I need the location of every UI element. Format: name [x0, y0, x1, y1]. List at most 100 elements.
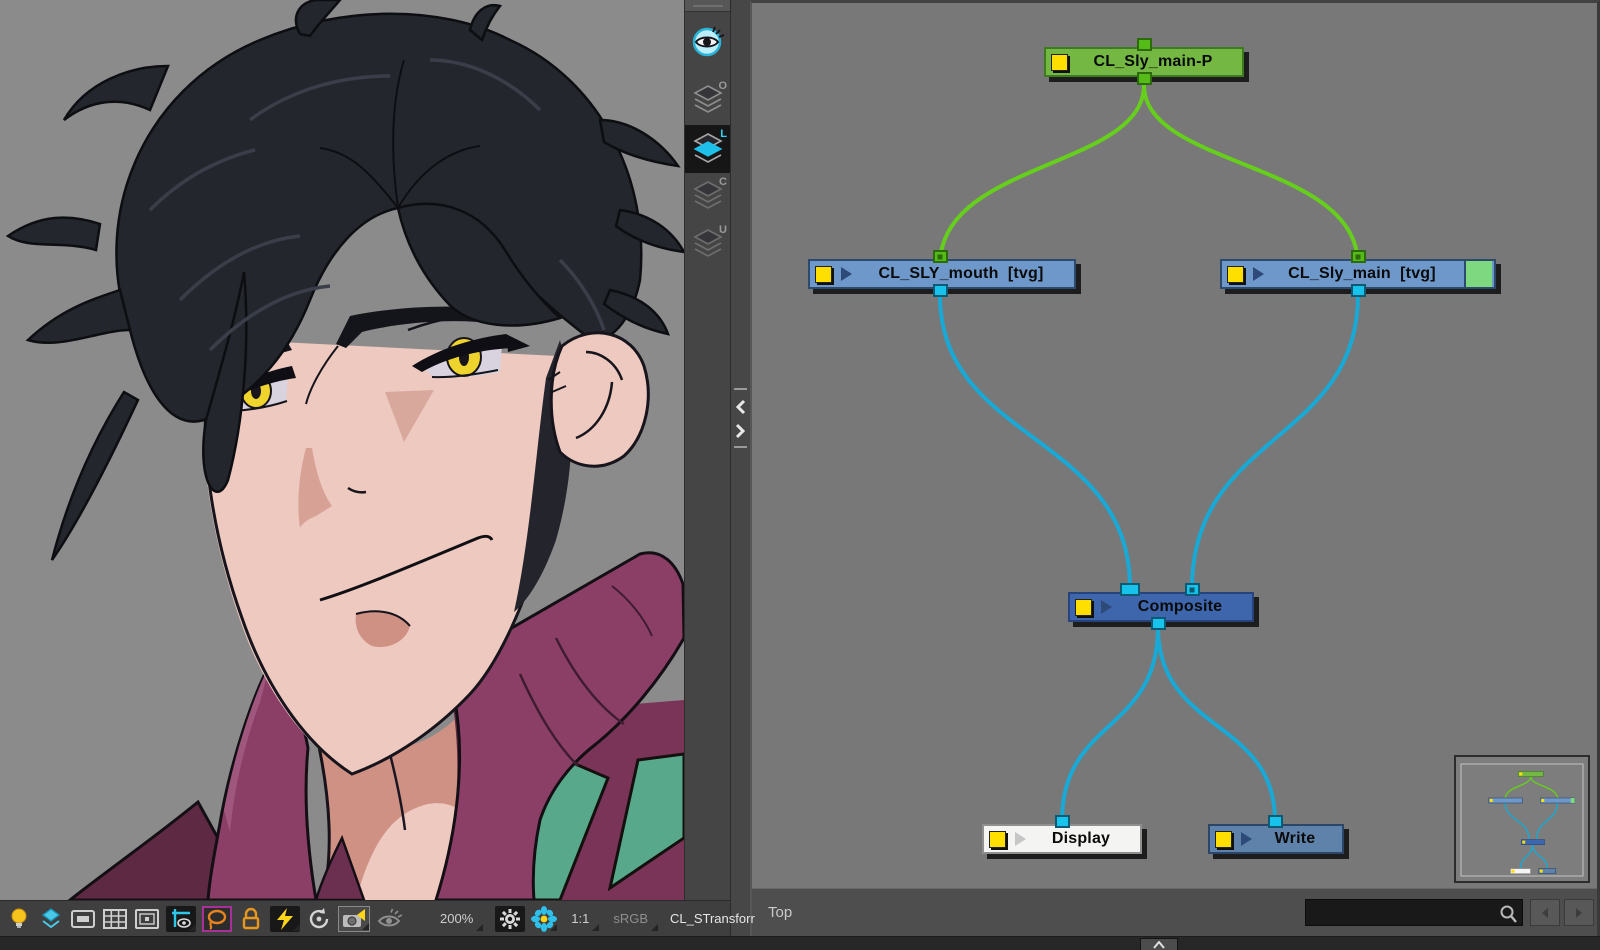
padlock-icon[interactable] — [238, 906, 264, 932]
safe-area-icon[interactable] — [134, 906, 160, 932]
camera-mask-icon[interactable] — [70, 906, 96, 932]
node-view-bottom-bar: Top — [752, 888, 1597, 936]
layer-diamond-icon[interactable] — [38, 906, 64, 932]
cable[interactable] — [1144, 85, 1358, 265]
pixel-ratio-dropdown[interactable]: 1:1 — [557, 906, 599, 932]
splitter-tick — [734, 446, 747, 448]
node-port[interactable] — [933, 250, 948, 263]
active-item-label: CL_STransforr — [658, 906, 765, 932]
active-item-value: CL_STransforr — [670, 911, 755, 926]
chevron-up-icon — [1153, 941, 1165, 949]
node-expand-arrow-icon[interactable] — [1015, 832, 1026, 846]
node-expand-arrow-icon[interactable] — [1101, 600, 1112, 614]
search-prev-button[interactable] — [1530, 899, 1560, 926]
layer-letter: U — [719, 224, 727, 236]
snapshot-camera-button[interactable] — [338, 906, 370, 932]
camera-view[interactable] — [0, 0, 684, 900]
dropdown-corner — [476, 924, 483, 931]
node-write[interactable]: Write — [1208, 824, 1344, 854]
node-thumbnail-toggle[interactable] — [989, 831, 1006, 848]
node-search-input[interactable] — [1310, 902, 1494, 924]
node-port[interactable] — [1055, 815, 1070, 828]
collapse-left-button[interactable] — [733, 396, 748, 418]
bottom-strip — [0, 936, 1600, 950]
node-color-badge[interactable] — [1464, 261, 1492, 287]
refresh-target-icon[interactable] — [306, 906, 332, 932]
node-thumbnail-toggle[interactable] — [815, 266, 832, 283]
lasso-selection-button[interactable] — [202, 906, 232, 932]
chevron-right-icon — [735, 423, 746, 439]
graph-path-label: Top — [768, 904, 792, 921]
timeline-expander-button[interactable] — [1140, 938, 1178, 950]
arrow-left-icon — [1539, 907, 1551, 919]
overlay-layer-button[interactable]: O — [685, 77, 731, 125]
node-display[interactable]: Display — [982, 824, 1142, 854]
preview-all-layers-button[interactable] — [685, 17, 731, 65]
cable[interactable] — [940, 85, 1144, 265]
dropdown-corner — [293, 924, 300, 931]
arrow-right-icon — [1573, 907, 1585, 919]
search-next-button[interactable] — [1564, 899, 1594, 926]
grid-icon[interactable] — [102, 906, 128, 932]
color-space-dropdown[interactable]: sRGB — [599, 906, 658, 932]
minimap-graph — [1456, 757, 1588, 881]
node-port[interactable] — [1185, 583, 1200, 596]
node-label: Write — [1252, 830, 1338, 848]
node-port[interactable] — [933, 284, 948, 297]
node-thumbnail-toggle[interactable] — [1051, 54, 1068, 71]
underlay-layer-button[interactable]: U — [685, 221, 731, 269]
auto-render-button[interactable] — [270, 906, 300, 932]
pane-splitter[interactable] — [730, 0, 752, 936]
node-view-minimap[interactable] — [1454, 755, 1590, 883]
node-expand-arrow-icon[interactable] — [1253, 267, 1264, 281]
node-port[interactable] — [1120, 583, 1140, 596]
splitter-tick — [734, 388, 747, 390]
node-port[interactable] — [1151, 617, 1166, 630]
node-label: Display — [1026, 830, 1136, 848]
node-thumbnail-toggle[interactable] — [1075, 599, 1092, 616]
toolbar-handle[interactable] — [685, 0, 731, 12]
cable[interactable] — [940, 295, 1130, 588]
zoom-level-value: 200% — [440, 911, 473, 926]
collapse-right-button[interactable] — [733, 420, 748, 442]
layer-stack-icon — [692, 132, 724, 166]
node-expand-arrow-icon[interactable] — [841, 267, 852, 281]
node-thumbnail-toggle[interactable] — [1215, 831, 1232, 848]
node-label: CL_SLY_mouth [tvg] — [852, 265, 1070, 283]
light-bulb-icon[interactable] — [6, 906, 32, 932]
zoom-level-dropdown[interactable]: 200% — [426, 906, 483, 932]
layer-letter: L — [720, 128, 727, 140]
art-layer-toolbar: O L C U — [684, 0, 731, 900]
character-drawing — [0, 0, 684, 900]
color-art-layer-button[interactable]: C — [685, 173, 731, 221]
alignment-guides-button[interactable] — [166, 906, 196, 932]
node-label: CL_Sly_main [tvg] — [1264, 265, 1460, 283]
cable[interactable] — [1192, 295, 1358, 588]
node-label: Composite — [1112, 598, 1248, 616]
cable[interactable] — [1158, 627, 1275, 821]
render-flower-button[interactable] — [531, 906, 557, 932]
line-art-layer-button[interactable]: L — [685, 125, 731, 173]
node-port[interactable] — [1351, 250, 1366, 263]
camera-view-status-bar: 200% 1:1 sRGB CL_STransforr — [0, 900, 730, 936]
dropdown-corner — [189, 924, 196, 931]
node-thumbnail-toggle[interactable] — [1227, 266, 1244, 283]
node-view[interactable]: CL_Sly_main-P CL_SLY_mouth [tvg] CL_Sly_ma… — [750, 0, 1600, 936]
node-search-box[interactable] — [1305, 899, 1523, 926]
node-port[interactable] — [1137, 38, 1152, 51]
node-port[interactable] — [1268, 815, 1283, 828]
node-port[interactable] — [1137, 72, 1152, 85]
eye-ball-icon — [691, 24, 725, 58]
node-label: CL_Sly_main-P — [1068, 53, 1238, 71]
color-space-value: sRGB — [613, 911, 648, 926]
dropdown-corner — [550, 924, 557, 931]
pixel-ratio-value: 1:1 — [571, 911, 589, 926]
layer-letter: C — [719, 176, 727, 188]
preview-eye-disabled-icon[interactable] — [376, 906, 402, 932]
chevron-left-icon — [735, 399, 746, 415]
cable[interactable] — [1062, 627, 1158, 821]
node-port[interactable] — [1351, 284, 1366, 297]
render-gear-button[interactable] — [495, 906, 525, 932]
harmony-window: O L C U — [0, 0, 1600, 950]
node-expand-arrow-icon[interactable] — [1241, 832, 1252, 846]
